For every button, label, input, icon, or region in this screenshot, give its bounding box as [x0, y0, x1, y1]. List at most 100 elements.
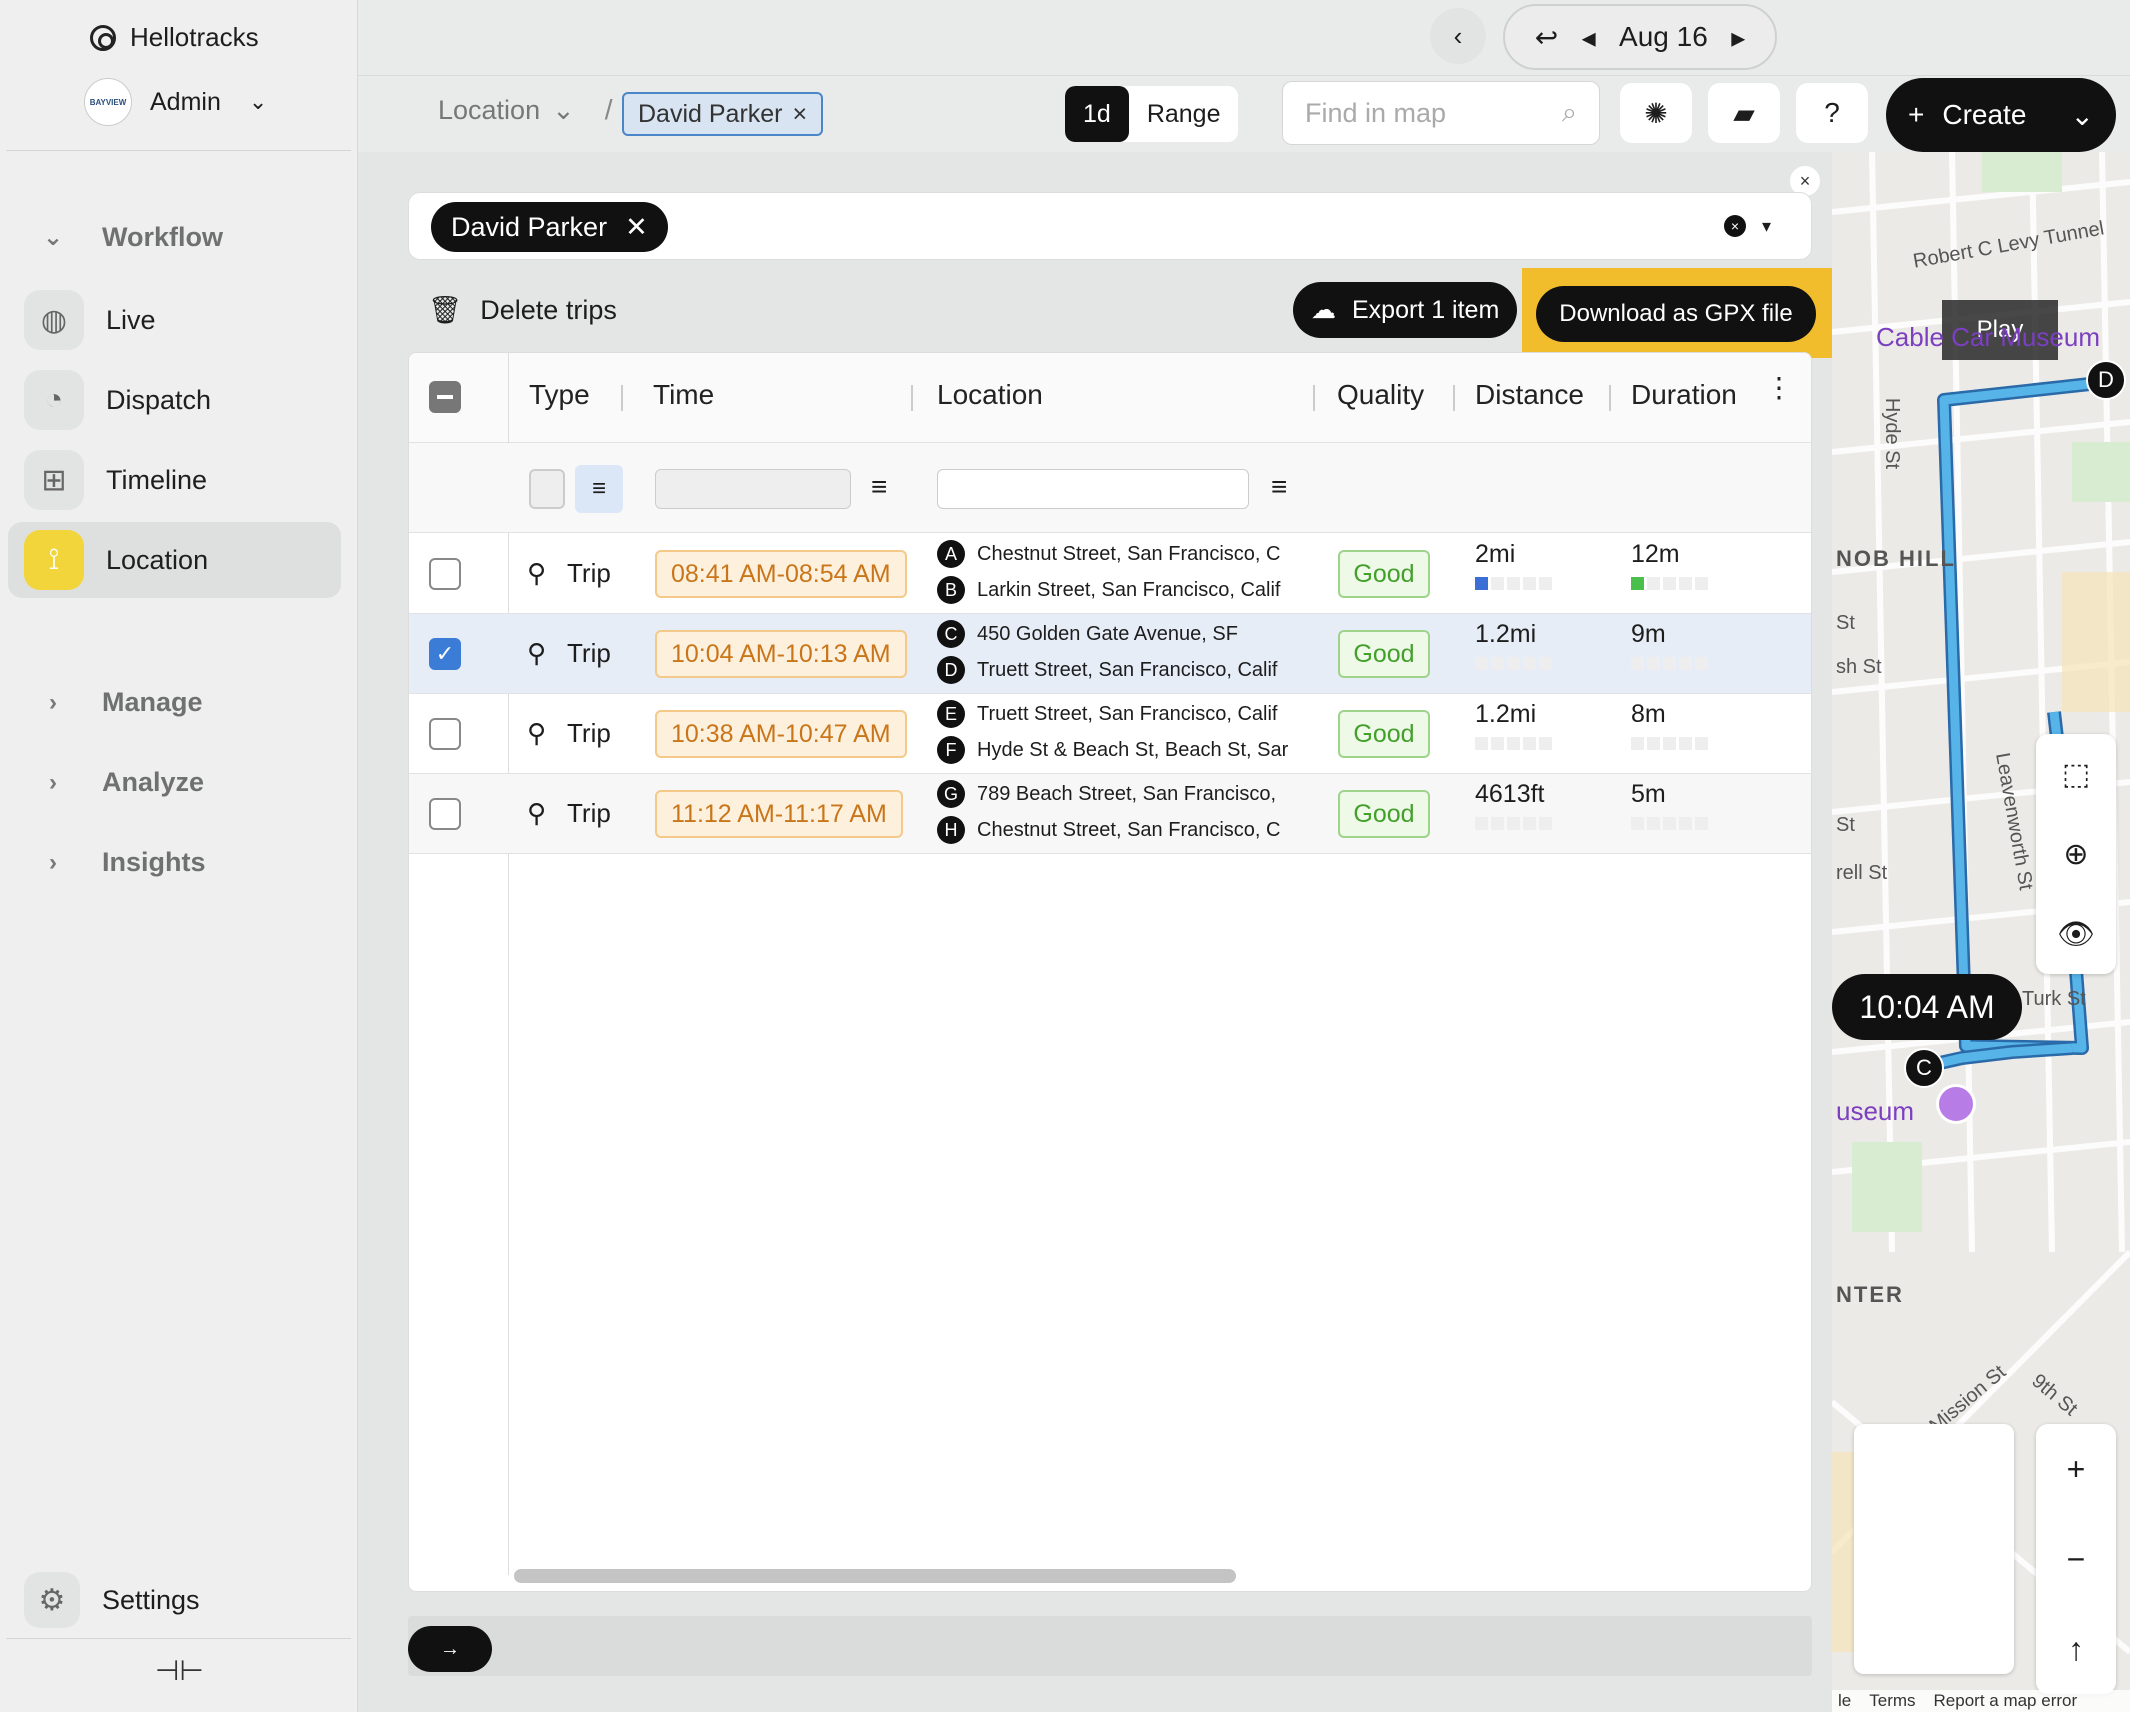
trip-start[interactable]: G 789 Beach Street, San Francisco,: [937, 780, 1315, 808]
caret-down-icon[interactable]: ▾: [1762, 216, 1771, 237]
marker-icon: A: [937, 540, 965, 568]
delete-trips-button[interactable]: 🗑 Delete trips: [428, 294, 617, 326]
driver-filter[interactable]: David Parker ✕ × ▾: [408, 192, 1812, 260]
trip-end[interactable]: H Chestnut Street, San Francisco, C: [937, 816, 1315, 844]
group-label: Workflow: [102, 222, 223, 252]
map-label-museum[interactable]: Cable Car Museum: [1876, 322, 2100, 353]
trip-distance: 4613ft: [1475, 780, 1552, 830]
trip-start[interactable]: A Chestnut Street, San Francisco, C: [937, 540, 1315, 568]
period-1d-button[interactable]: 1d: [1065, 86, 1129, 142]
help-button[interactable]: ?: [1796, 83, 1868, 143]
active-filter-icon[interactable]: ≡: [575, 465, 623, 513]
chat-button[interactable]: ▰: [1708, 83, 1780, 143]
map-layers-preview[interactable]: [1854, 1424, 2014, 1674]
column-header-duration[interactable]: Duration: [1631, 379, 1737, 411]
column-header-location[interactable]: Location: [937, 379, 1043, 411]
trip-end-address: Chestnut Street, San Francisco, C: [977, 818, 1281, 841]
column-header-type[interactable]: Type: [529, 379, 590, 411]
reset-date-icon[interactable]: ↩: [1535, 21, 1558, 54]
sidebar-item-dispatch[interactable]: ◔ Dispatch: [8, 362, 341, 438]
timeline-footer: →: [408, 1616, 1812, 1676]
row-checkbox[interactable]: [429, 558, 461, 590]
trip-time[interactable]: 10:04 AM-10:13 AM: [655, 630, 907, 678]
horizontal-scrollbar[interactable]: [514, 1569, 1236, 1583]
ai-assistant-button[interactable]: ✺: [1620, 83, 1692, 143]
add-place-icon[interactable]: ⊕: [2063, 837, 2088, 872]
map[interactable]: Robert C Levy Tunnel Play Cable Car Muse…: [1832, 152, 2130, 1712]
sidebar-item-live[interactable]: ◍ Live: [8, 282, 341, 358]
brand[interactable]: Hellotracks: [90, 22, 259, 53]
column-header-quality[interactable]: Quality: [1337, 379, 1424, 411]
row-checkbox[interactable]: [429, 718, 461, 750]
download-gpx-button[interactable]: Download as GPX file: [1536, 286, 1816, 342]
group-insights[interactable]: › Insights: [36, 847, 206, 878]
trip-start[interactable]: E Truett Street, San Francisco, Calif: [937, 700, 1315, 728]
date-picker[interactable]: ↩ ◂ Aug 16 ▸: [1503, 4, 1777, 70]
clear-filter-icon[interactable]: ×: [1723, 215, 1746, 237]
route-marker-c[interactable]: C: [1904, 1048, 1944, 1088]
pin-sidebar-icon[interactable]: ⊣⊢: [155, 1654, 204, 1687]
prev-arrow-icon[interactable]: ◂: [1582, 21, 1596, 54]
route-time-tooltip: 10:04 AM: [1832, 974, 2022, 1040]
export-button[interactable]: ☁ Export 1 item: [1293, 282, 1518, 338]
row-checkbox[interactable]: ✓: [429, 638, 461, 670]
trip-time[interactable]: 11:12 AM-11:17 AM: [655, 790, 903, 838]
north-arrow-icon[interactable]: ↑: [2068, 1631, 2084, 1668]
column-resizer[interactable]: [621, 385, 623, 411]
trip-end[interactable]: F Hyde St & Beach St, Beach St, Sar: [937, 736, 1315, 764]
trip-end[interactable]: D Truett Street, San Francisco, Calif: [937, 656, 1315, 684]
trip-end[interactable]: B Larkin Street, San Francisco, Calif: [937, 576, 1315, 604]
next-arrow-icon[interactable]: ▸: [1731, 21, 1745, 54]
museum-place-icon[interactable]: [1936, 1084, 1976, 1124]
driver-chip[interactable]: David Parker ✕: [431, 202, 668, 252]
create-button[interactable]: + Create ⌄: [1886, 78, 2116, 152]
time-filter-icon[interactable]: ≡: [871, 471, 887, 503]
group-workflow[interactable]: ⌄ Workflow: [36, 222, 223, 253]
previous-day-button[interactable]: ‹: [1430, 8, 1486, 64]
trip-time[interactable]: 08:41 AM-08:54 AM: [655, 550, 907, 598]
group-analyze[interactable]: › Analyze: [36, 767, 204, 798]
terms-link[interactable]: Terms: [1869, 1691, 1915, 1711]
select-all-checkbox[interactable]: [429, 381, 461, 413]
column-header-time[interactable]: Time: [653, 379, 714, 411]
table-row[interactable]: ⚲ Trip 11:12 AM-11:17 AM G 789 Beach Stre…: [409, 774, 1811, 854]
table-row[interactable]: ✓ ⚲ Trip 10:04 AM-10:13 AM C 450 Golden G…: [409, 614, 1811, 694]
close-icon[interactable]: ×: [793, 100, 808, 129]
type-filter-box[interactable]: [529, 469, 565, 509]
sidebar-item-timeline[interactable]: ⊞ Timeline: [8, 442, 341, 518]
eye-icon[interactable]: 👁: [2057, 917, 2095, 952]
breadcrumb[interactable]: Location ⌄ /: [438, 94, 613, 126]
route-marker-d[interactable]: D: [2086, 360, 2126, 400]
gear-icon: ⚙: [24, 1572, 80, 1628]
table-row[interactable]: ⚲ Trip 10:38 AM-10:47 AM E Truett Street,…: [409, 694, 1811, 774]
report-map-error-link[interactable]: Report a map error: [1934, 1691, 2078, 1711]
ai-icon: ✺: [1644, 97, 1668, 129]
breadcrumb-location[interactable]: Location: [438, 95, 540, 126]
find-in-map-input[interactable]: Find in map ⌕: [1282, 81, 1600, 145]
select-area-icon[interactable]: ⬚: [2062, 757, 2090, 792]
sidebar-item-settings[interactable]: ⚙ Settings: [24, 1572, 200, 1628]
column-header-distance[interactable]: Distance: [1475, 379, 1584, 411]
table-row[interactable]: ⚲ Trip 08:41 AM-08:54 AM A Chestnut Stree…: [409, 534, 1811, 614]
more-options-icon[interactable]: ⋮: [1765, 371, 1793, 404]
location-filter-icon[interactable]: ≡: [1271, 471, 1287, 503]
time-filter-input[interactable]: [655, 469, 851, 509]
close-icon[interactable]: ✕: [625, 212, 648, 243]
trip-time[interactable]: 10:38 AM-10:47 AM: [655, 710, 907, 758]
column-resizer[interactable]: [1609, 385, 1611, 411]
trip-start[interactable]: C 450 Golden Gate Avenue, SF: [937, 620, 1315, 648]
location-filter-input[interactable]: [937, 469, 1249, 509]
account-switcher[interactable]: BAYVIEW Admin ⌄: [84, 78, 267, 126]
sidebar-item-location[interactable]: ⟟ Location: [8, 522, 341, 598]
group-manage[interactable]: › Manage: [36, 687, 203, 718]
row-checkbox[interactable]: [429, 798, 461, 830]
period-range-button[interactable]: Range: [1129, 86, 1239, 142]
column-resizer[interactable]: [1453, 385, 1455, 411]
column-resizer[interactable]: [1313, 385, 1315, 411]
zoom-out-icon[interactable]: −: [2067, 1541, 2086, 1578]
zoom-in-icon[interactable]: +: [2067, 1451, 2086, 1488]
current-date[interactable]: Aug 16: [1619, 21, 1708, 53]
expand-arrow-button[interactable]: →: [408, 1626, 492, 1672]
column-resizer[interactable]: [911, 385, 913, 411]
person-chip[interactable]: David Parker ×: [622, 92, 824, 136]
